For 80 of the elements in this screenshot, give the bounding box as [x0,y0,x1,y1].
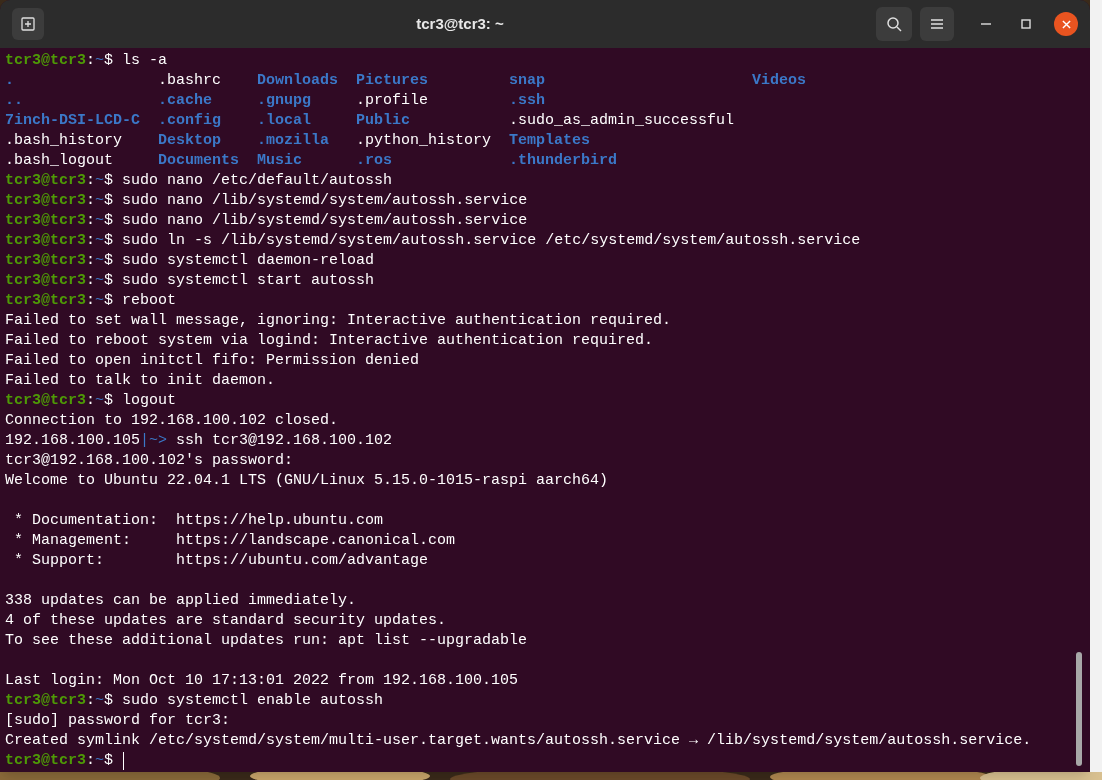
prompt: tcr3@tcr3:~$ [5,231,114,251]
command-text: sudo nano /lib/systemd/system/autossh.service [122,191,528,211]
file-name: .profile [356,92,429,109]
directory-name: 7inch-DSI-LCD-C [5,112,141,129]
directory-name: .. [5,92,23,109]
command-text: ls -a [122,51,168,71]
directory-name: .ros [356,152,393,169]
output-text: tcr3@192.168.100.102's password: [5,451,294,471]
new-tab-button[interactable] [12,8,44,40]
file-name: .python_history [356,132,492,149]
command-text: ssh tcr3@192.168.100.102 [176,431,393,451]
search-button[interactable] [876,7,912,41]
maximize-icon [1021,19,1031,29]
command-text: sudo systemctl start autossh [122,271,375,291]
window-title: tcr3@tcr3: ~ [416,13,504,34]
prompt: tcr3@tcr3:~$ [5,211,114,231]
file-name: .bash_history [5,132,123,149]
directory-name: Desktop [158,132,222,149]
prompt: tcr3@tcr3:~$ [5,391,114,411]
directory-name: Public [356,112,411,129]
directory-name: .ssh [509,92,546,109]
command-text: sudo systemctl enable autossh [122,691,384,711]
new-tab-icon [21,17,35,31]
command-text: sudo systemctl daemon-reload [122,251,375,271]
file-name: .bash_logout [5,152,114,169]
command-text: logout [122,391,177,411]
output-text: Welcome to Ubuntu 22.04.1 LTS (GNU/Linux 5.15.0-1015-raspi aarch64) [5,471,609,491]
directory-name: Pictures [356,72,429,89]
command-text: reboot [122,291,177,311]
command-text: sudo ln -s /lib/systemd/system/autossh.service /etc/systemd/system/autossh.service [122,231,861,251]
directory-name: . [5,72,14,89]
directory-name: .config [158,112,222,129]
url-text: https://ubuntu.com/advantage [176,551,429,571]
prompt: tcr3@tcr3:~$ [5,251,114,271]
prompt: tcr3@tcr3:~$ [5,191,114,211]
output-text: Failed to reboot system via logind: Interactive authentication required. [5,331,654,351]
prompt: tcr3@tcr3:~$ [5,691,114,711]
prompt: tcr3@tcr3:~$ [5,51,114,71]
output-text: Connection to 192.168.100.102 closed. [5,411,339,431]
url-text: https://help.ubuntu.com [176,511,384,531]
close-icon [1061,19,1071,29]
directory-name: Videos [752,72,807,89]
prompt: tcr3@tcr3:~$ [5,751,114,771]
output-text: Created symlink /etc/systemd/system/multi-user.target.wants/autossh.service → /lib/systemd/system/autossh.service. [5,731,1032,751]
directory-name: Documents [158,152,240,169]
output-text: Failed to talk to init daemon. [5,371,276,391]
output-text: * Support: [13,551,106,571]
file-name: .bashrc [158,72,222,89]
prompt: tcr3@tcr3:~$ [5,171,114,191]
close-button[interactable] [1054,12,1078,36]
directory-name: snap [509,72,546,89]
output-text: 4 of these updates are standard security updates. [5,611,447,631]
directory-name: Downloads [257,72,339,89]
output-text: To see these additional updates run: apt list --upgradable [5,631,528,651]
command-text: sudo nano /etc/default/autossh [122,171,393,191]
output-text: [sudo] password for tcr3: [5,711,231,731]
directory-name: .cache [158,92,213,109]
output-text: Failed to set wall message, ignoring: Interactive authentication required. [5,311,672,331]
output-text: * Documentation: [13,511,160,531]
command-text: sudo nano /lib/systemd/system/autossh.service [122,211,528,231]
menu-icon [930,18,944,30]
file-name: .sudo_as_admin_successful [509,112,735,129]
minimize-icon [981,23,991,25]
directory-name: .mozilla [257,132,330,149]
remote-prompt: 192.168.100.105|~> [5,431,168,451]
output-text: Failed to open initctl fifo: Permission denied [5,351,420,371]
scrollbar-thumb[interactable] [1076,652,1082,766]
prompt: tcr3@tcr3:~$ [5,291,114,311]
directory-name: .gnupg [257,92,312,109]
directory-name: .local [257,112,312,129]
output-text: * Management: [13,531,133,551]
url-text: https://landscape.canonical.com [176,531,456,551]
output-text: 338 updates can be applied immediately. [5,591,357,611]
directory-name: Templates [509,132,591,149]
search-icon [886,16,902,32]
directory-name: Music [257,152,303,169]
output-text: Last login: Mon Oct 10 17:13:01 2022 from 192.168.100.105 [5,671,519,691]
directory-name: .thunderbird [509,152,618,169]
menu-button[interactable] [920,7,954,41]
prompt: tcr3@tcr3:~$ [5,271,114,291]
